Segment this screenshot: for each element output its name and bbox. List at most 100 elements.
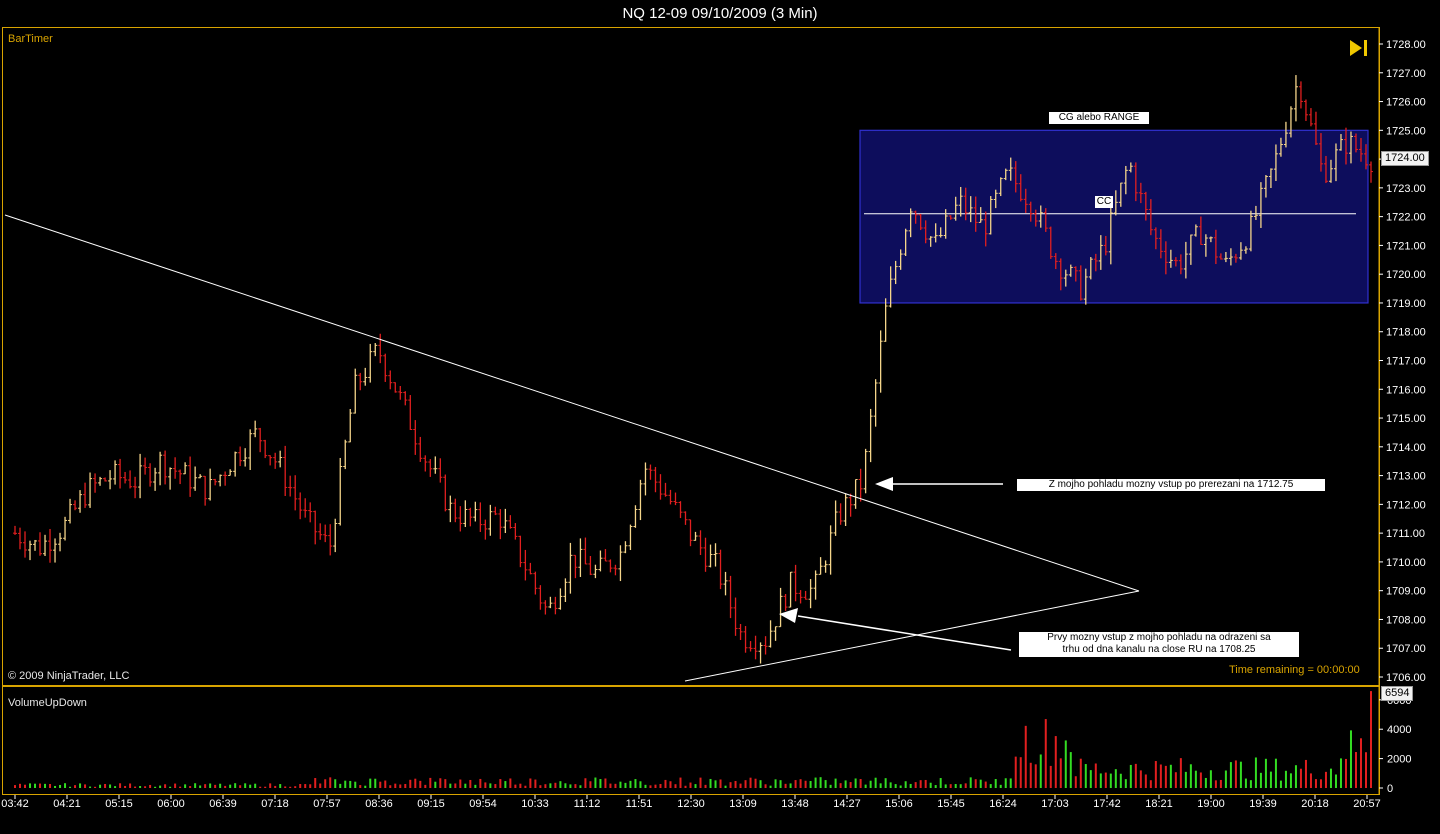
volume-bar (1309, 773, 1312, 788)
volume-bar (579, 785, 582, 788)
time-tick-label: 13:09 (729, 798, 757, 810)
volume-bar (44, 783, 47, 788)
volume-chart-canvas (14, 691, 1372, 788)
volume-bar (504, 781, 507, 788)
price-tick-label: 1723.00 (1386, 183, 1426, 195)
volume-bar (544, 784, 547, 788)
volume-bar (1244, 778, 1247, 788)
volume-bar (884, 778, 887, 788)
volume-bar (1119, 773, 1122, 788)
volume-bar (439, 778, 442, 788)
price-axis[interactable]: 1706.00 1707.00 1708.00 1709.00 1710.00 1711.… (1378, 27, 1440, 686)
volume-bar (974, 779, 977, 788)
volume-bar (34, 783, 37, 788)
price-panel[interactable]: BarTimer © 2009 NinjaTrader, LLC Time re… (2, 27, 1380, 686)
volume-bar (1314, 779, 1317, 788)
volume-bar (694, 784, 697, 788)
volume-bar (654, 784, 657, 788)
volume-bar (889, 782, 892, 788)
volume-bar (414, 778, 417, 788)
price-tick-label: 1718.00 (1386, 327, 1426, 339)
volume-bar (139, 786, 142, 788)
center-line-label: CC (1095, 196, 1113, 208)
volume-bar (79, 783, 82, 788)
volume-panel[interactable]: VolumeUpDown (2, 686, 1380, 795)
volume-axis[interactable]: 0200040006000 6594 (1378, 686, 1440, 795)
volume-bar (54, 785, 57, 788)
volume-bar (584, 778, 587, 788)
current-price-tag: 1724.00 (1381, 151, 1429, 166)
volume-bar (619, 781, 622, 788)
volume-bar (164, 784, 167, 788)
volume-bar (309, 784, 312, 788)
time-tick-label: 09:54 (469, 798, 497, 810)
price-tick-label: 1722.00 (1386, 212, 1426, 224)
time-tick-label: 11:51 (626, 798, 653, 810)
volume-bar (729, 782, 732, 788)
volume-bar (1034, 764, 1037, 788)
time-axis[interactable]: 03:42 04:21 05:15 06:00 06:39 07:18 07:57 08:36… (0, 795, 1381, 819)
volume-bar (1299, 768, 1302, 788)
volume-bar (1194, 770, 1197, 788)
volume-bar (1149, 780, 1152, 788)
volume-bar (409, 779, 412, 788)
price-tick-label: 1716.00 (1386, 384, 1426, 396)
scroll-to-end-icon[interactable] (1348, 37, 1370, 59)
time-tick-label: 10:33 (521, 798, 549, 810)
time-tick-label: 20:18 (1301, 798, 1329, 810)
volume-bar (1334, 774, 1337, 788)
price-tick-label: 1715.00 (1386, 413, 1426, 425)
volume-bar (989, 784, 992, 788)
volume-bar (19, 783, 22, 788)
volume-bar (839, 783, 842, 788)
volume-bar (149, 784, 152, 788)
entry2-annotation: Prvy mozny vstup z mojho pohladu na odra… (1019, 632, 1299, 657)
volume-bar (1279, 780, 1282, 788)
volume-bar (449, 783, 452, 788)
volume-bar (549, 783, 552, 788)
time-tick-label: 17:42 (1093, 798, 1121, 810)
volume-bar (219, 783, 222, 788)
volume-bar (89, 786, 92, 788)
time-tick-label: 09:15 (417, 798, 445, 810)
time-tick-label: 07:18 (261, 798, 289, 810)
volume-bar (924, 779, 927, 788)
volume-bar (129, 783, 132, 788)
time-tick-label: 16:24 (989, 798, 1017, 810)
volume-bar (254, 783, 257, 788)
volume-bar (64, 783, 67, 788)
volume-bar (1139, 770, 1142, 788)
volume-bar (239, 785, 242, 788)
bartimer-label: BarTimer (8, 33, 53, 45)
volume-bar (354, 781, 357, 788)
time-tick-label: 17:03 (1041, 798, 1069, 810)
volume-bar (1339, 758, 1342, 788)
volume-bar (294, 786, 297, 788)
volume-bar (794, 780, 797, 788)
volume-axis-ticks: 0200040006000 (1378, 686, 1411, 795)
price-tick-label: 1708.00 (1386, 614, 1426, 626)
volume-bar (49, 784, 52, 788)
volume-bar (399, 784, 402, 788)
volume-bar (724, 785, 727, 788)
entry2-line1: Prvy mozny vstup z mojho pohladu na odra… (1047, 632, 1271, 643)
volume-bar (589, 781, 592, 788)
volume-bar (169, 786, 172, 788)
volume-bar (1209, 770, 1212, 788)
volume-bar (119, 783, 122, 788)
volume-bar (1089, 770, 1092, 788)
volume-bar (784, 783, 787, 788)
volume-tick-label: 0 (1387, 783, 1393, 795)
volume-bar (429, 777, 432, 788)
volume-bar (624, 782, 627, 788)
volume-bar (454, 783, 457, 788)
volume-bar (1204, 777, 1207, 788)
volume-bar (259, 786, 262, 788)
volume-bar (524, 785, 527, 788)
volume-bar (559, 781, 562, 788)
volume-bar (709, 778, 712, 788)
volume-bar (99, 784, 102, 788)
volume-bar (959, 784, 962, 788)
volume-bar (659, 783, 662, 788)
volume-bar (874, 777, 877, 788)
